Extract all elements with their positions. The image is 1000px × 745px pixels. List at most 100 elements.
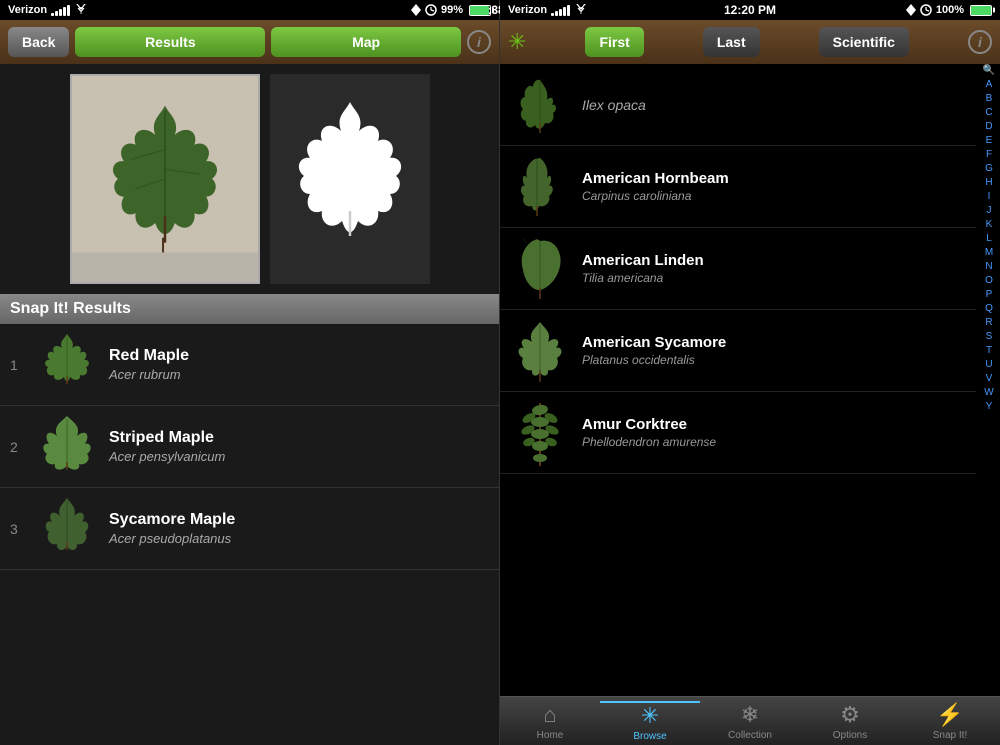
right-clock-icon [920,4,932,16]
carrier-label: Verizon [8,4,47,16]
left-panel: Verizon 12:38 PM 99% Back Results Map i [0,0,500,745]
browse-item-ilex[interactable]: Ilex opaca [500,64,976,146]
browse-item-corktree[interactable]: Amur Corktree Phellodendron amurense [500,392,976,474]
results-header: Snap It! Results [0,294,499,324]
alpha-M[interactable]: M [985,246,993,260]
alpha-O[interactable]: O [985,274,993,288]
map-button[interactable]: Map [271,27,461,57]
options-icon: ⚙ [840,702,860,728]
tab-browse[interactable]: ✳ Browse [600,701,700,742]
info-button[interactable]: i [467,30,491,54]
alpha-R[interactable]: R [985,316,992,330]
browse-item-sycamore[interactable]: American Sycamore Platanus occidentalis [500,310,976,392]
browse-leaf-ilex [510,72,570,137]
alpha-W[interactable]: W [984,386,993,400]
alpha-D[interactable]: D [985,120,992,134]
alpha-N[interactable]: N [985,260,992,274]
result-scientific-3: Acer pseudoplatanus [109,531,235,546]
browse-common-hornbeam: American Hornbeam [582,170,729,187]
browse-leaf-svg-corktree [513,398,568,468]
right-status-left: Verizon [508,4,588,16]
tab-snap-label: Snap It! [933,730,967,741]
results-button[interactable]: Results [75,27,265,57]
alpha-L[interactable]: L [986,232,992,246]
location-icon [411,4,421,16]
leaf-logo-icon: ✳ [508,29,526,55]
sort-first-button[interactable]: First [585,27,643,57]
browse-leaf-svg-linden [513,236,568,301]
tab-collection-label: Collection [728,730,772,741]
result-item-2[interactable]: 2 Striped Maple Acer pensylvanicum [0,406,499,488]
right-signal-icon [551,4,570,16]
alpha-A[interactable]: A [986,78,993,92]
browse-leaf-linden [510,236,570,301]
tab-snap[interactable]: ⚡ Snap It! [900,702,1000,741]
alpha-index: 🔍 A B C D E F G H I J K L M N O P Q R S … [978,64,1000,414]
browse-leaf-corktree [510,400,570,465]
right-location-icon [906,4,916,16]
result-number-3: 3 [10,521,24,537]
browse-scientific-linden: Tilia americana [582,271,704,285]
signal-icon [51,4,70,16]
result-leaf-svg-1 [37,332,97,397]
tab-options-label: Options [833,730,867,741]
alpha-U[interactable]: U [985,358,992,372]
alpha-V[interactable]: V [986,372,993,386]
alpha-J[interactable]: J [987,204,992,218]
alpha-search[interactable]: 🔍 [983,64,995,78]
browse-leaf-svg-ilex [515,75,565,135]
browse-leaf-svg-hornbeam [515,154,565,219]
alpha-G[interactable]: G [985,162,993,176]
home-icon: ⌂ [543,702,556,728]
result-item-1[interactable]: 1 Red Maple Acer rubrum [0,324,499,406]
tab-home[interactable]: ⌂ Home [500,702,600,741]
right-status-bar: Verizon 12:20 PM 100% [500,0,1000,20]
result-number-2: 2 [10,439,24,455]
results-list: 1 Red Maple Acer rubrum 2 [0,324,499,745]
right-status-right: 100% [906,4,992,16]
result-scientific-2: Acer pensylvanicum [109,449,225,464]
alpha-F[interactable]: F [986,148,992,162]
alpha-C[interactable]: C [985,106,992,120]
collection-icon: ❄ [741,702,759,728]
tab-collection[interactable]: ❄ Collection [700,702,800,741]
alpha-K[interactable]: K [986,218,993,232]
browse-text-sycamore: American Sycamore Platanus occidentalis [582,334,726,367]
result-text-2: Striped Maple Acer pensylvanicum [109,429,225,464]
alpha-I[interactable]: I [988,190,991,204]
alpha-T[interactable]: T [986,344,992,358]
alpha-E[interactable]: E [986,134,993,148]
sort-last-button[interactable]: Last [703,27,760,57]
result-scientific-1: Acer rubrum [109,367,189,382]
tab-options[interactable]: ⚙ Options [800,702,900,741]
battery-icon [469,5,491,16]
alpha-H[interactable]: H [985,176,992,190]
alpha-S[interactable]: S [986,330,993,344]
back-button[interactable]: Back [8,27,69,57]
browse-text-ilex: Ilex opaca [582,97,646,113]
browse-common-sycamore: American Sycamore [582,334,726,351]
browse-item-hornbeam[interactable]: American Hornbeam Carpinus caroliniana [500,146,976,228]
tab-home-label: Home [537,730,564,741]
browse-common-corktree: Amur Corktree [582,416,716,433]
result-text-1: Red Maple Acer rubrum [109,347,189,382]
alpha-Y[interactable]: Y [986,400,993,414]
alpha-Q[interactable]: Q [985,302,993,316]
right-info-button[interactable]: i [968,30,992,54]
browse-scientific-ilex: Ilex opaca [582,97,646,113]
sort-scientific-button[interactable]: Scientific [819,27,909,57]
alpha-B[interactable]: B [986,92,993,106]
snap-icon: ⚡ [936,702,963,728]
left-nav-bar: Back Results Map i [0,20,499,64]
browse-item-linden[interactable]: American Linden Tilia americana [500,228,976,310]
clock-icon [425,4,437,16]
browse-leaf-sycamore [510,318,570,383]
right-battery-text: 100% [936,4,964,16]
result-leaf-svg-2 [37,414,97,479]
browse-scientific-corktree: Phellodendron amurense [582,435,716,449]
result-leaf-1 [34,332,99,397]
alpha-P[interactable]: P [986,288,993,302]
left-status-right: 99% [411,4,491,16]
result-item-3[interactable]: 3 Sycamore Maple Acer pseudoplatanus [0,488,499,570]
tab-browse-label: Browse [633,731,666,742]
